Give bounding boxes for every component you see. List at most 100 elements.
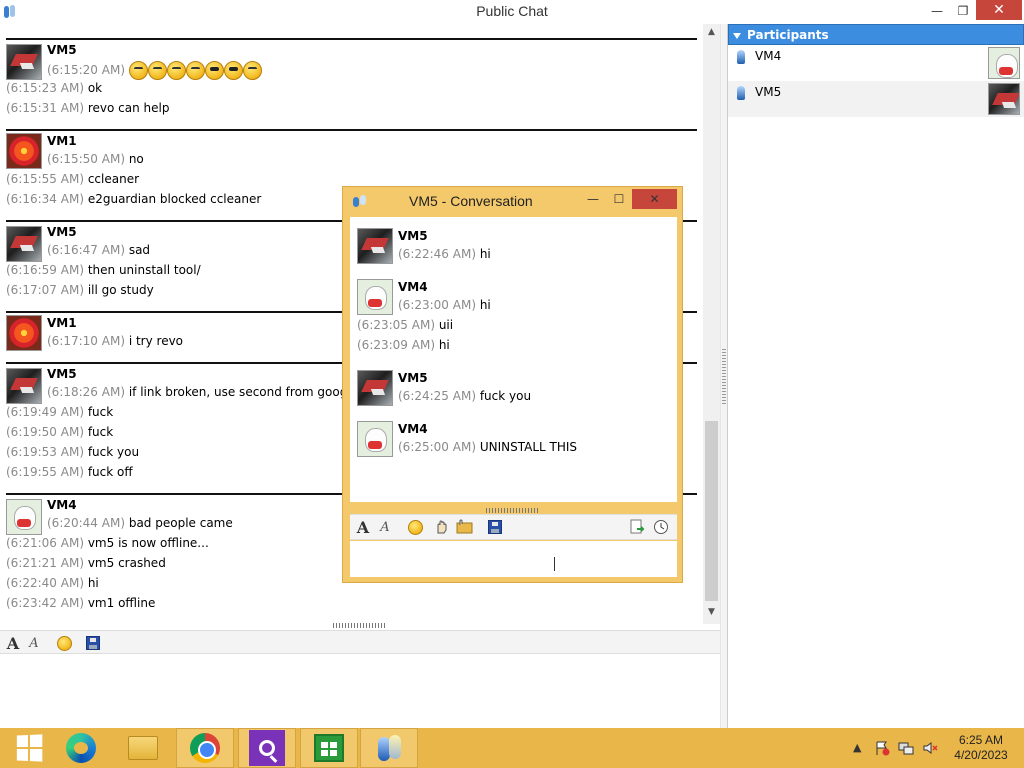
message-text: fuck off <box>87 465 133 479</box>
message-timestamp: (6:15:50 AM) <box>47 152 125 166</box>
message-timestamp: (6:21:21 AM) <box>6 556 84 570</box>
font-icon[interactable]: A <box>354 518 372 537</box>
message-line[interactable]: (6:19:53 AM) fuck you <box>6 445 139 459</box>
sender-name: VM4 <box>398 422 428 436</box>
message-line[interactable]: (6:15:31 AM) revo can help <box>6 101 169 115</box>
conversation-close-button[interactable]: ✕ <box>632 189 677 209</box>
message-line[interactable]: (6:15:20 AM) <box>47 61 262 80</box>
message-input[interactable] <box>0 655 720 728</box>
message-line[interactable]: (6:21:06 AM) vm5 is now offline... <box>6 536 209 550</box>
message-line[interactable]: (6:23:05 AM) uii <box>357 318 453 332</box>
save-button[interactable] <box>486 518 504 536</box>
message-line[interactable]: (6:19:49 AM) fuck <box>6 405 113 419</box>
taskbar-file-explorer[interactable] <box>114 728 172 768</box>
save-button[interactable] <box>84 634 102 652</box>
scroll-down-arrow-icon[interactable]: ▼ <box>703 604 720 621</box>
participants-header[interactable]: Participants <box>728 24 1024 45</box>
message-timestamp: (6:23:09 AM) <box>357 338 435 352</box>
cat-avatar <box>6 499 42 535</box>
hand-icon <box>437 520 447 534</box>
font-style-icon[interactable]: A <box>376 518 394 536</box>
message-text: ok <box>87 81 103 95</box>
conversation-input[interactable] <box>350 541 677 577</box>
font-icon[interactable]: A <box>4 634 22 653</box>
conversation-maximize-button[interactable]: ☐ <box>607 189 631 209</box>
conversation-history[interactable]: VM5 (6:22:46 AM) hi VM4 (6:23:00 AM) hi (6:2… <box>350 217 677 502</box>
message-line[interactable]: (6:15:55 AM) ccleaner <box>6 172 139 186</box>
emoticon-button[interactable] <box>406 518 424 536</box>
message-line[interactable]: (6:19:55 AM) fuck off <box>6 465 133 479</box>
scroll-up-arrow-icon[interactable]: ▲ <box>703 24 720 41</box>
message-line[interactable]: (6:19:50 AM) fuck <box>6 425 113 439</box>
message-text: fuck <box>87 405 114 419</box>
search-app-icon <box>249 730 285 766</box>
font-style-icon[interactable]: A <box>25 634 43 652</box>
send-file-button[interactable] <box>456 518 474 536</box>
crane-avatar <box>6 368 42 404</box>
nudge-button[interactable] <box>432 518 450 536</box>
message-line[interactable]: (6:22:40 AM) hi <box>6 576 99 590</box>
conversation-splitter-grip[interactable] <box>486 508 540 513</box>
message-line[interactable]: (6:21:21 AM) vm5 crashed <box>6 556 166 570</box>
message-line[interactable]: (6:17:07 AM) ill go study <box>6 283 154 297</box>
emoticon-icon <box>242 61 262 80</box>
minimize-button[interactable]: — <box>924 0 950 22</box>
cat-avatar <box>357 279 393 315</box>
message-text: fuck you <box>479 389 532 403</box>
message-line[interactable]: (6:16:59 AM) then uninstall tool/ <box>6 263 201 277</box>
clock-history-icon <box>654 520 668 534</box>
message-group: VM4 (6:23:00 AM) hi (6:23:05 AM) uii (6:23:… <box>357 275 670 352</box>
message-text: no <box>128 152 144 166</box>
message-text: vm5 crashed <box>87 556 166 570</box>
message-text: vm1 offline <box>87 596 156 610</box>
show-hidden-icons-icon[interactable]: ▲ <box>853 741 861 754</box>
history-button[interactable] <box>652 518 670 536</box>
message-line[interactable]: (6:16:34 AM) e2guardian blocked ccleaner <box>6 192 261 206</box>
clock[interactable]: 6:25 AM 4/20/2023 <box>946 733 1016 763</box>
taskbar-search-app[interactable] <box>238 728 296 768</box>
volume-muted-icon[interactable] <box>922 740 938 756</box>
conversation-title-bar[interactable]: VM5 - Conversation — ☐ ✕ <box>343 187 682 215</box>
message-line[interactable]: (6:15:23 AM) ok <box>6 81 102 95</box>
export-button[interactable] <box>628 518 646 536</box>
scrollbar-thumb[interactable] <box>705 421 718 601</box>
participant-item[interactable]: VM5 <box>728 81 1024 117</box>
close-button[interactable]: ✕ <box>976 0 1022 20</box>
message-timestamp: (6:19:50 AM) <box>6 425 84 439</box>
horizontal-splitter-grip[interactable] <box>333 623 387 628</box>
message-line[interactable]: (6:23:42 AM) vm1 offline <box>6 596 155 610</box>
message-line[interactable]: (6:23:09 AM) hi <box>357 338 450 352</box>
start-button[interactable] <box>0 728 58 768</box>
title-bar: Public Chat — ❐ ✕ <box>0 0 1024 24</box>
message-line[interactable]: (6:20:44 AM) bad people came <box>47 516 233 530</box>
taskbar-store[interactable] <box>300 728 358 768</box>
crane-avatar <box>6 44 42 80</box>
folder-hand-icon <box>456 519 473 534</box>
message-line[interactable]: (6:16:47 AM) sad <box>47 243 150 257</box>
crane-avatar <box>357 370 393 406</box>
taskbar-chrome[interactable] <box>176 728 234 768</box>
message-line[interactable]: (6:15:50 AM) no <box>47 152 144 166</box>
maximize-button[interactable]: ❐ <box>950 0 976 22</box>
message-text: hi <box>438 338 450 352</box>
participant-item[interactable]: VM4 <box>728 45 1024 81</box>
emoticon-button[interactable] <box>55 634 73 652</box>
network-icon[interactable] <box>898 740 914 756</box>
message-line[interactable]: (6:23:00 AM) hi <box>398 298 491 312</box>
splitter-grip[interactable] <box>722 349 726 404</box>
taskbar: ▲ 6:25 AM 4/20/2023 <box>0 728 1024 768</box>
message-line[interactable]: (6:18:26 AM) if link broken, use second … <box>47 385 358 399</box>
message-line[interactable]: (6:24:25 AM) fuck you <box>398 389 531 403</box>
message-line[interactable]: (6:25:00 AM) UNINSTALL THIS <box>398 440 577 454</box>
message-line[interactable]: (6:22:46 AM) hi <box>398 247 491 261</box>
message-text: i try revo <box>128 334 184 348</box>
taskbar-messenger[interactable] <box>360 728 418 768</box>
taskbar-edge[interactable] <box>52 728 110 768</box>
message-line[interactable]: (6:17:10 AM) i try revo <box>47 334 183 348</box>
action-center-flag-icon[interactable] <box>874 740 890 756</box>
vertical-splitter[interactable] <box>720 24 727 728</box>
message-text: vm5 is now offline... <box>87 536 209 550</box>
conversation-minimize-button[interactable]: — <box>581 189 605 209</box>
sender-name: VM5 <box>47 367 77 381</box>
chat-scrollbar[interactable]: ▲ ▼ <box>703 24 720 624</box>
